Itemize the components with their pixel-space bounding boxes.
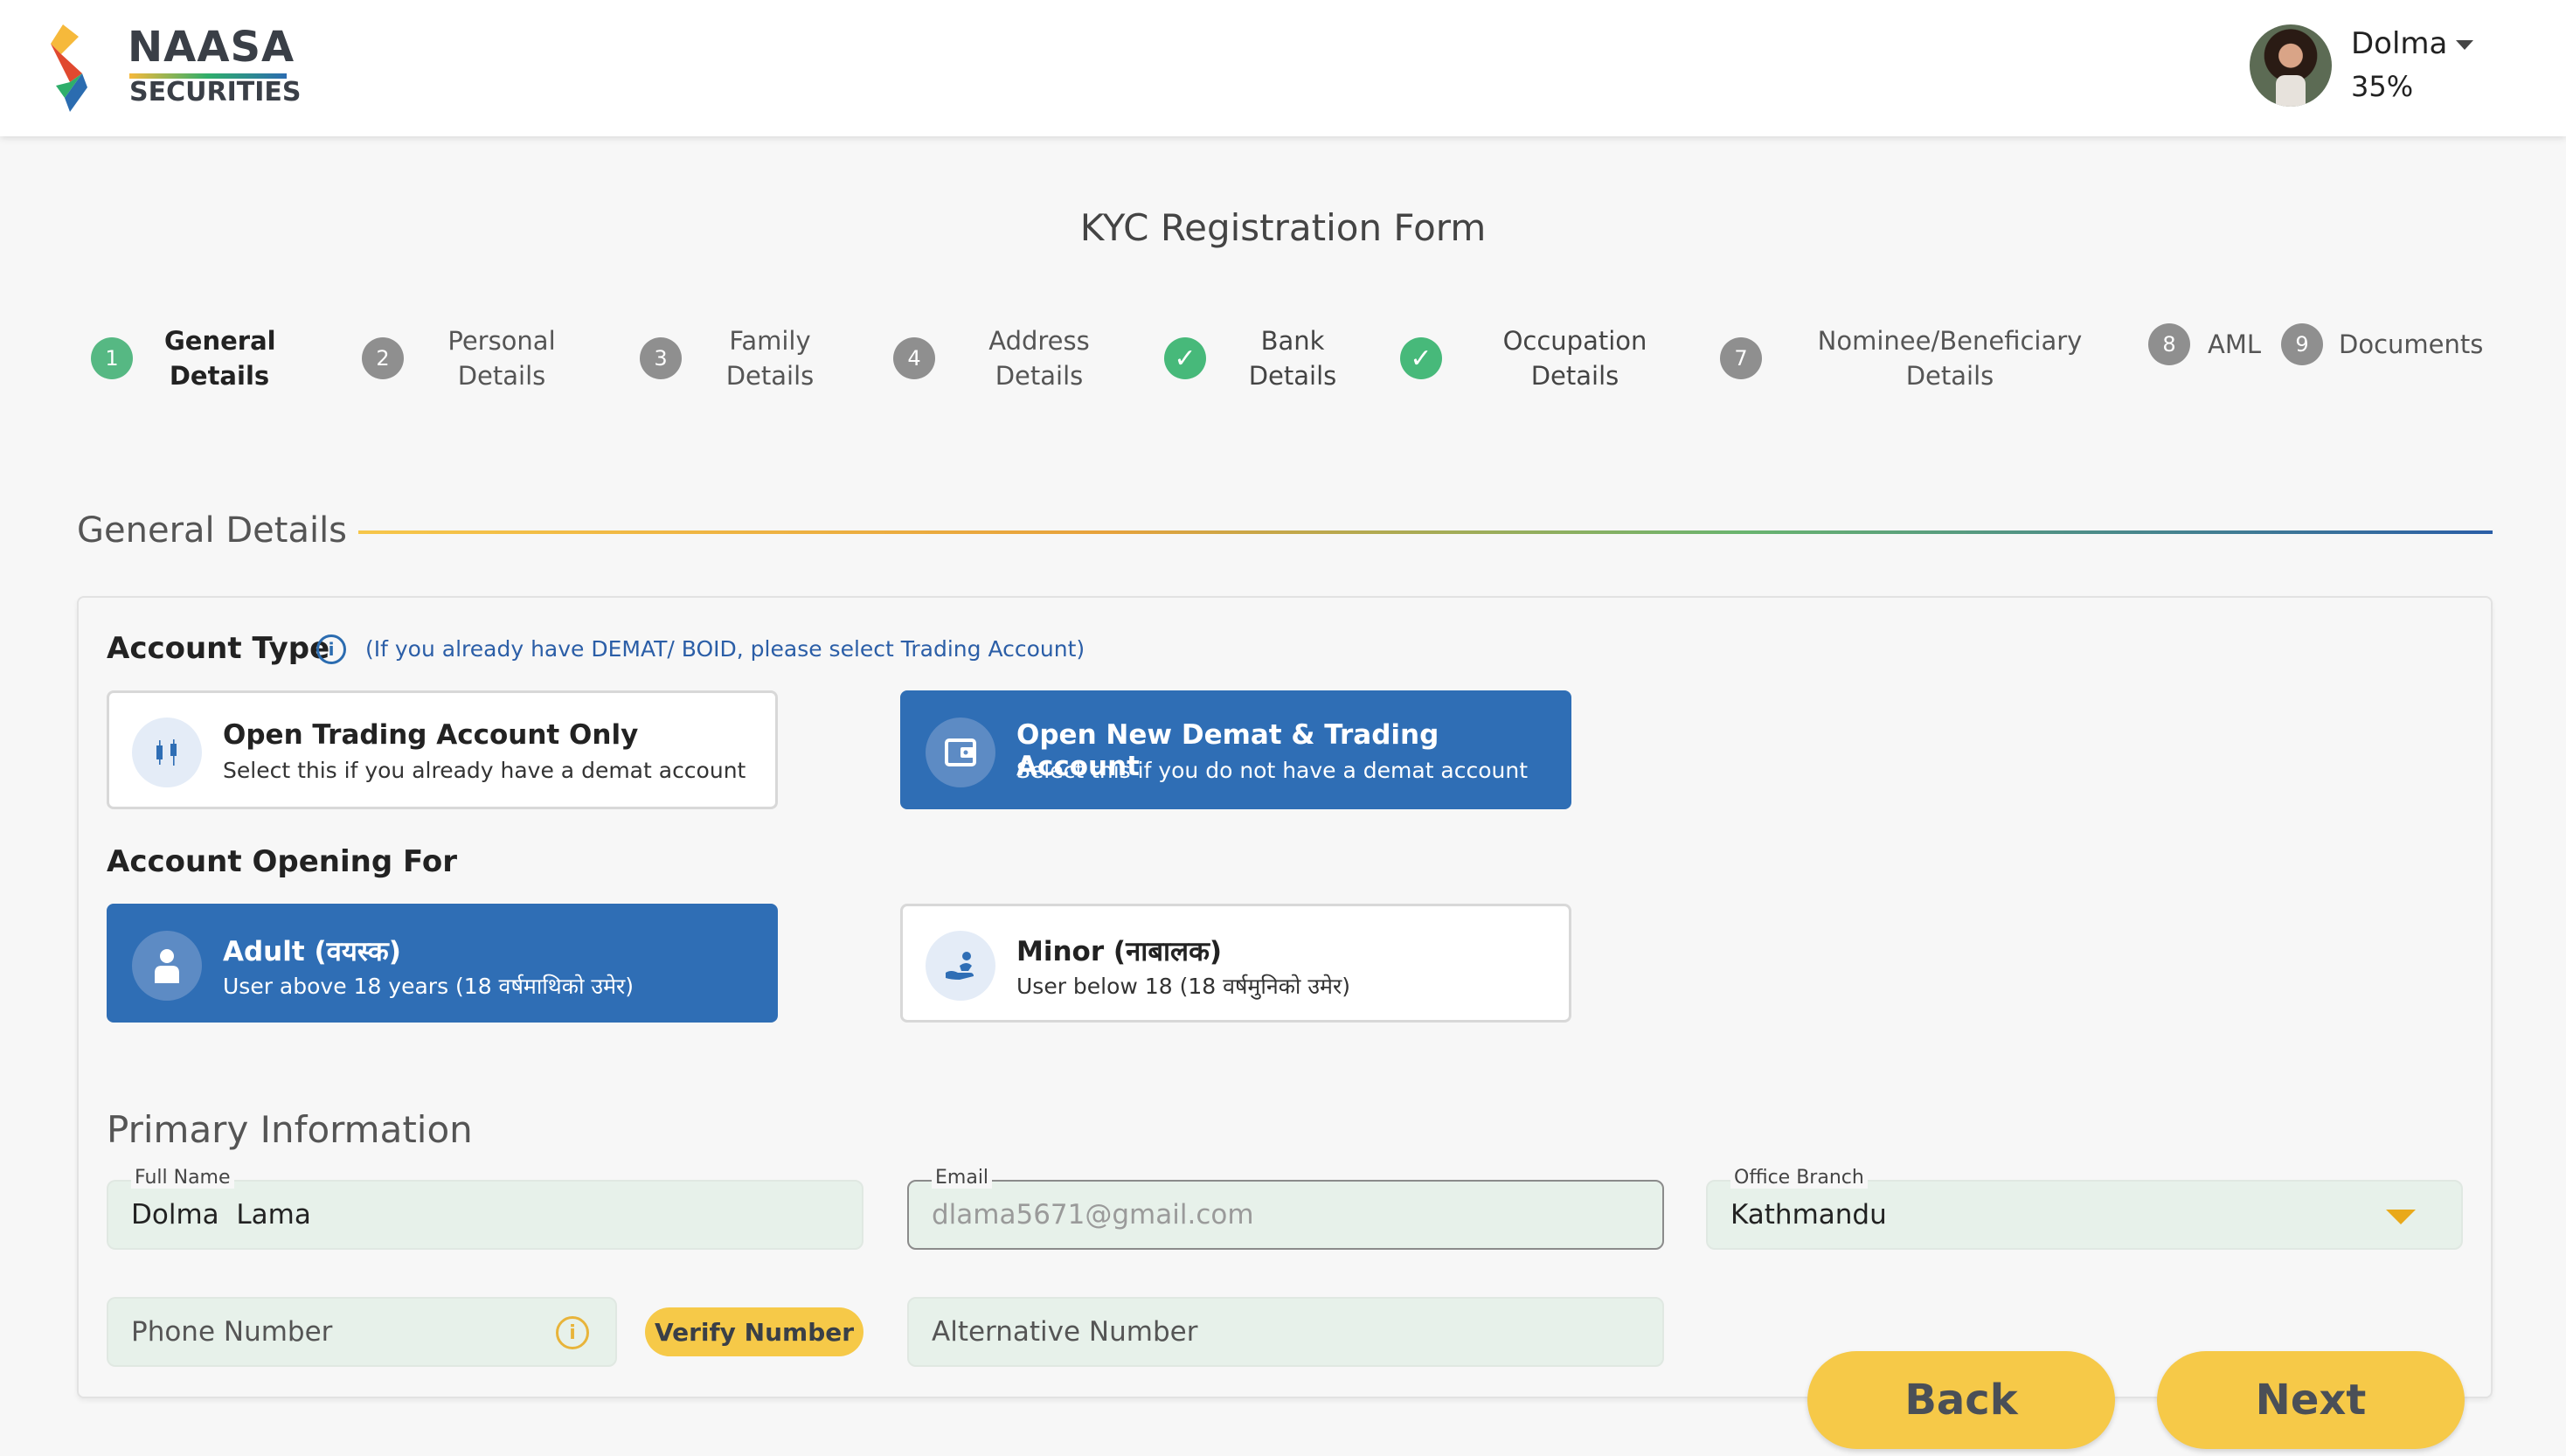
option-title: Adult (वयस्क) [223,936,401,967]
step-label: Nominee/Beneficiary Details [1817,326,2083,391]
field-label: Email [932,1168,993,1189]
profile-progress: 35% [2351,70,2414,103]
step-family-details[interactable]: 3 Family Details [640,323,818,393]
step-personal-details[interactable]: 2 Personal Details [362,323,561,393]
user-menu-name[interactable]: Dolma [2351,26,2447,61]
info-icon[interactable]: i [556,1316,589,1349]
office-branch-value[interactable]: Kathmandu [1730,1199,1887,1231]
person-icon [132,931,202,1001]
page-title: KYC Registration Form [1079,206,1487,249]
candlestick-icon [132,718,202,787]
caret-down-icon[interactable] [2456,40,2473,50]
step-label: Address Details [988,326,1090,391]
step-label: General Details [164,326,276,391]
step-label: Bank Details [1248,326,1337,391]
option-trading-account-only[interactable]: Open Trading Account Only Select this if… [107,690,778,809]
email-field[interactable]: Email dlama5671@gmail.com [907,1168,1664,1250]
checkmark-icon: ✓ [1400,337,1442,379]
phone-number-field[interactable]: Phone Number i [107,1297,617,1367]
field-label: Office Branch [1730,1168,1868,1189]
child-care-icon [926,931,995,1001]
option-subtitle: Select this if you already have a demat … [223,758,746,783]
app-header: NAASA SECURITIES Dolma 35% [0,0,2566,136]
step-nominee-details[interactable]: 7 Nominee/Beneficiary Details [1720,323,2085,393]
next-button[interactable]: Next [2157,1351,2465,1449]
alternative-number-placeholder: Alternative Number [932,1316,1198,1348]
step-address-details[interactable]: 4 Address Details [893,323,1096,393]
brand-name: NAASA [128,23,295,72]
avatar[interactable] [2250,24,2332,107]
step-label: Family Details [725,326,815,391]
option-subtitle: User above 18 years (18 वर्षमाथिको उमेर) [223,974,635,999]
step-number: 1 [91,337,133,379]
phone-placeholder: Phone Number [131,1316,333,1348]
brand-subtitle: SECURITIES [129,77,302,107]
option-title: Minor (नाबालक) [1016,936,1223,967]
section-divider [358,530,2493,534]
step-bank-details[interactable]: ✓ Bank Details [1164,323,1341,393]
primary-information-title: Primary Information [107,1108,473,1151]
step-number: 9 [2281,323,2323,365]
step-number: 3 [640,337,682,379]
email-value[interactable]: dlama5671@gmail.com [932,1199,1254,1231]
step-aml[interactable]: 8 AML [2148,323,2261,365]
step-general-details[interactable]: 1 General Details [91,323,276,393]
wallet-icon [926,718,995,787]
step-number: 7 [1720,337,1762,379]
field-label: Full Name [131,1168,234,1189]
full-name-field[interactable]: Full Name Dolma Lama [107,1168,863,1250]
step-number: 4 [893,337,935,379]
alternative-number-field[interactable]: Alternative Number [907,1297,1664,1367]
back-button[interactable]: Back [1807,1351,2115,1449]
account-opening-for-label: Account Opening For [107,844,457,879]
step-label: Occupation Details [1502,326,1647,391]
step-label: AML [2208,329,2262,359]
option-title: Open Trading Account Only [223,719,639,751]
step-documents[interactable]: 9 Documents [2281,323,2483,365]
section-title: General Details [77,510,348,551]
step-occupation-details[interactable]: ✓ Occupation Details [1400,323,1652,393]
account-type-hint: (If you already have DEMAT/ BOID, please… [365,636,1085,662]
step-label: Documents [2339,329,2484,359]
step-number: 2 [362,337,404,379]
option-demat-and-trading[interactable]: Open New Demat & Trading Account Select … [900,690,1571,809]
option-adult[interactable]: Adult (वयस्क) User above 18 years (18 वर… [107,904,778,1023]
option-minor[interactable]: Minor (नाबालक) User below 18 (18 वर्षमुन… [900,904,1571,1023]
full-name-value[interactable]: Dolma Lama [131,1199,311,1231]
option-subtitle: User below 18 (18 वर्षमुनिको उमेर) [1016,974,1350,999]
step-label: Personal Details [447,326,556,391]
office-branch-select[interactable]: Office Branch Kathmandu [1706,1168,2463,1250]
account-type-label: Account Type [107,631,330,666]
verify-number-button[interactable]: Verify Number [645,1307,863,1356]
naasa-logo-icon[interactable] [44,24,96,112]
step-number: 8 [2148,323,2190,365]
option-subtitle: Select this if you do not have a demat a… [1016,758,1529,783]
dropdown-arrow-icon[interactable] [2386,1210,2416,1224]
info-icon[interactable]: i [316,634,346,664]
checkmark-icon: ✓ [1164,337,1206,379]
